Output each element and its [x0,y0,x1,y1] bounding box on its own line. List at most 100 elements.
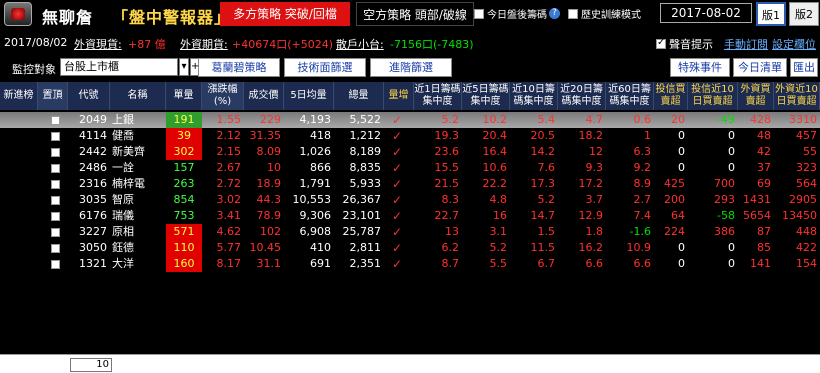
monitor-select[interactable]: 台股上市櫃 [60,58,178,76]
table-row[interactable]: 3035 智原 854 3.02 44.3 10,553 26,367 8.3 4.8 5.2 3.… [0,192,820,208]
cell-fi: 42 [757,145,771,158]
cell-avg5: 418 [310,129,331,142]
column-header[interactable]: 近60日籌碼集中度 [606,82,654,110]
version-2-button[interactable]: 版2 [789,2,819,26]
table-row[interactable]: 2442 新美齊 302 2.15 8.09 1,026 8,189 23.6 16.4 14.2… [0,144,820,160]
dropdown-arrow-icon[interactable]: ▾ [179,58,189,76]
cell-chg: 2.72 [216,177,242,190]
cell-fi: 5654 [743,209,771,222]
manual-subscribe-link[interactable]: 手動訂閱 [724,36,768,52]
table-row[interactable]: 4114 健喬 39 2.12 31.35 418 1,212 19.3 20.4 20.5 18.… [0,128,820,144]
volume-increase-check-icon: ✓ [392,145,403,159]
cell-chg: 3.41 [216,209,242,222]
version-1-button[interactable]: 版1 [756,2,786,26]
table-row[interactable]: 6176 瑞儀 753 3.41 78.9 9,306 23,101 22.7 16 14.7 12… [0,208,820,224]
cell-chg: 5.77 [216,241,242,254]
table-row[interactable]: 2049 上銀 191 1.55 229 4,193 5,522 5.2 10.2 5.4 4.7 0… [0,112,820,128]
today-list-button[interactable]: 今日清單 [733,58,787,77]
cell-vol: 157 [166,160,202,176]
cell-c1: 19.3 [434,129,460,142]
column-header[interactable]: 外資買賣超 [738,82,774,110]
pin-checkbox[interactable] [51,132,60,141]
pin-checkbox[interactable] [51,228,60,237]
cell-total: 25,787 [342,225,382,238]
cell-avg5: 4,193 [299,113,332,126]
app-name: 無聊詹 [42,8,94,27]
cell-vol: 39 [166,128,202,144]
volume-increase-check-icon: ✓ [392,241,403,255]
table-row[interactable]: 2316 楠梓電 263 2.72 18.9 1,791 5,933 21.5 22.2 17.3… [0,176,820,192]
table-row[interactable]: 1321 大洋 160 8.17 31.1 691 2,351 8.7 5.5 6.7 6.6 6.6… [0,256,820,272]
advanced-filter-button[interactable]: 進階篩選 [370,58,452,77]
cell-c5: 20.4 [482,129,508,142]
cell-c20: 9.3 [585,161,604,174]
column-header[interactable]: 單量 [166,82,202,110]
history-mode-option[interactable]: 歷史訓練模式 [568,6,641,21]
cell-code: 2049 [79,113,107,126]
cell-c5: 10.2 [482,113,508,126]
column-header[interactable]: 置頂 [38,82,68,110]
cell-c1: 22.7 [434,209,460,222]
cell-name: 新美齊 [112,145,145,158]
page-size-input[interactable]: 10 [70,358,112,372]
cell-c1: 8.7 [441,257,460,270]
column-header[interactable]: 近1日籌碼集中度 [414,82,462,110]
column-header[interactable]: 成交價 [244,82,284,110]
today-only-option[interactable]: 今日盤後籌碼 ? [474,6,560,21]
column-header[interactable]: 近20日籌碼集中度 [558,82,606,110]
cell-fi: 48 [757,129,771,142]
pin-checkbox[interactable] [51,212,60,221]
sound-checkbox[interactable] [656,37,666,49]
cell-fi10: 3310 [789,113,817,126]
cell-total: 2,811 [349,241,382,254]
pin-checkbox[interactable] [51,164,60,173]
granville-strategy-button[interactable]: 葛蘭碧策略 [198,58,280,77]
pin-checkbox[interactable] [51,196,60,205]
column-header[interactable]: 外資近10日買賣超 [774,82,820,110]
column-header[interactable]: 5日均量 [284,82,334,110]
column-header[interactable]: 量增 [384,82,414,110]
cell-vol: 854 [166,192,202,208]
long-strategy-button[interactable]: 多方策略 突破/回檔 [220,2,350,26]
technical-filter-button[interactable]: 技術面篩選 [284,58,366,77]
futures-label: 外資期貨: [180,38,228,51]
short-strategy-button[interactable]: 空方策略 頭部/破線 [356,2,474,26]
column-header[interactable]: 新進榜 [0,82,38,110]
column-header[interactable]: 代號 [68,82,110,110]
column-header[interactable]: 投信買賣超 [654,82,688,110]
help-icon[interactable]: ? [549,8,560,19]
cell-fi: 1431 [743,193,771,206]
column-header[interactable]: 漲跌幅(%) [202,82,244,110]
pin-checkbox[interactable] [51,180,60,189]
pin-checkbox[interactable] [51,244,60,253]
cell-c5: 5.5 [489,257,508,270]
column-header[interactable]: 總量 [334,82,384,110]
date-field[interactable]: 2017-08-02 [660,3,752,23]
special-event-button[interactable]: 特殊事件 [670,58,730,77]
table-row[interactable]: 2486 一詮 157 2.67 10 866 8,835 15.5 10.6 7.6 9.3 9.2… [0,160,820,176]
cell-name: 鈺德 [112,241,134,254]
cell-it: 0 [678,129,685,142]
pin-checkbox[interactable] [51,260,60,269]
volume-increase-check-icon: ✓ [392,257,403,271]
pin-checkbox[interactable] [51,116,60,125]
column-header[interactable]: 名稱 [110,82,166,110]
export-button[interactable]: 匯出 [790,58,818,77]
cell-avg5: 1,791 [299,177,332,190]
sound-option[interactable]: 聲音提示 [656,36,713,52]
history-mode-checkbox[interactable] [568,8,578,19]
column-header[interactable]: 近5日籌碼集中度 [462,82,510,110]
cell-chg: 4.62 [216,225,242,238]
today-only-checkbox[interactable] [474,8,484,19]
column-header[interactable]: 近10日籌碼集中度 [510,82,558,110]
table-row[interactable]: 3050 鈺德 110 5.77 10.45 410 2,811 6.2 5.2 11.5 16.2… [0,240,820,256]
cell-name: 一詮 [112,161,134,174]
history-mode-label: 歷史訓練模式 [581,10,641,21]
pin-checkbox[interactable] [51,148,60,157]
table-row[interactable]: 3227 原相 571 4.62 102 6,908 25,787 13 3.1 1.5 1.8 -1… [0,224,820,240]
cell-it: 0 [678,257,685,270]
volume-increase-check-icon: ✓ [392,177,403,191]
cell-c10: 14.2 [530,145,556,158]
column-header[interactable]: 投信近10日買賣超 [688,82,738,110]
settings-columns-link[interactable]: 設定欄位 [772,36,816,52]
